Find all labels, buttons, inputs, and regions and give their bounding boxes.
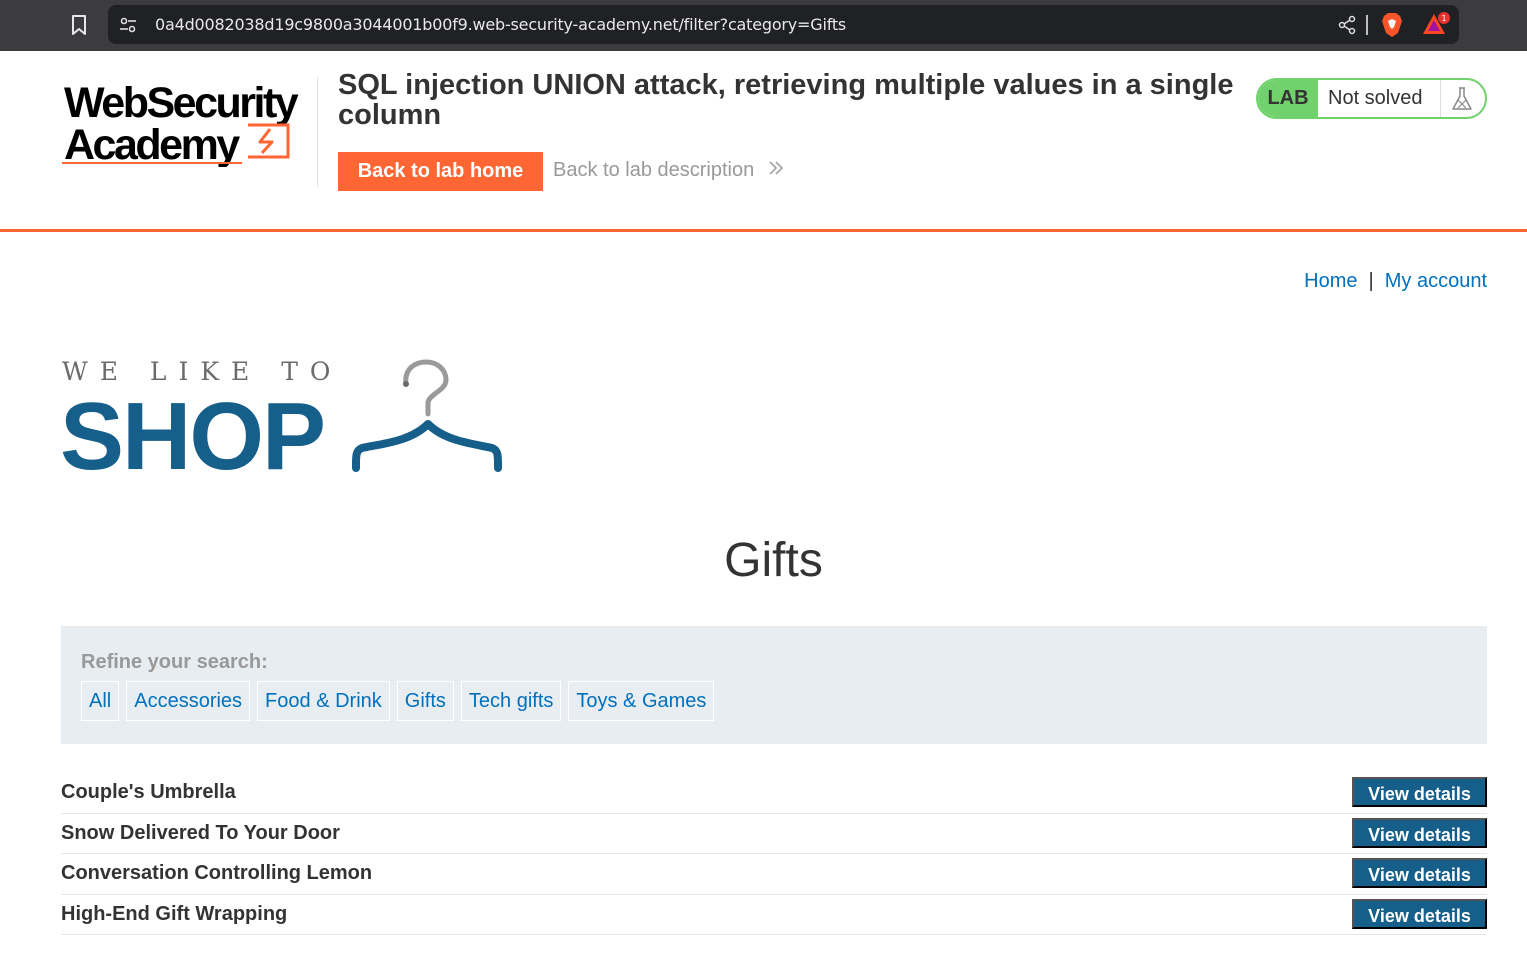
browser-toolbar: 0a4d0082038d19c9800a3044001b00f9.web-sec…	[0, 0, 1527, 51]
product-name: Couple's Umbrella	[61, 781, 236, 803]
filter-categories: All Accessories Food & Drink Gifts Tech …	[81, 681, 715, 721]
view-details-button[interactable]: View details	[1352, 858, 1487, 888]
brave-shields-icon[interactable]	[1381, 12, 1403, 38]
rewards-count: 1	[1441, 14, 1446, 23]
share-icon[interactable]	[1337, 15, 1357, 35]
bookmark-icon[interactable]	[68, 13, 90, 37]
web-security-academy-logo[interactable]: WebSecurity Academy	[62, 75, 318, 167]
nav-separator: |	[1368, 270, 1374, 292]
top-navigation: Home | My account	[1304, 270, 1487, 293]
lab-header: WebSecurity Academy SQL injection UNION …	[0, 51, 1527, 229]
filter-category-food-drink[interactable]: Food & Drink	[257, 681, 390, 721]
back-to-lab-home-button[interactable]: Back to lab home	[338, 152, 543, 191]
clothes-hanger-icon	[352, 359, 502, 472]
product-name: Conversation Controlling Lemon	[61, 862, 373, 884]
site-settings-icon[interactable]	[118, 15, 138, 35]
table-row: High-End Gift Wrapping View details	[61, 895, 1487, 935]
double-chevron-right-icon	[769, 161, 783, 175]
lab-status-widget: LAB Not solved	[1256, 78, 1487, 119]
we-like-to-shop-logo: WE LIKE TO SHOP	[60, 357, 502, 474]
url-text[interactable]: 0a4d0082038d19c9800a3044001b00f9.web-sec…	[155, 15, 846, 34]
svg-text:WE LIKE TO: WE LIKE TO	[62, 357, 342, 386]
product-name: Snow Delivered To Your Door	[61, 821, 340, 844]
filter-category-tech-gifts[interactable]: Tech gifts	[460, 681, 562, 721]
header-accent-line	[0, 229, 1527, 232]
product-table: Couple's Umbrella View details Snow Deli…	[61, 773, 1487, 935]
svg-text:SHOP: SHOP	[60, 383, 324, 474]
toolbar-divider	[1366, 15, 1368, 35]
filter-category-accessories[interactable]: Accessories	[126, 681, 251, 721]
lab-status-divider	[1440, 80, 1441, 117]
table-row: Snow Delivered To Your Door View details	[61, 814, 1487, 854]
view-details-button[interactable]: View details	[1352, 777, 1487, 807]
brave-rewards-icon[interactable]: 1	[1422, 10, 1452, 38]
back-to-lab-description-link[interactable]: Back to lab description	[553, 159, 784, 182]
filter-category-toys-games[interactable]: Toys & Games	[568, 681, 715, 721]
lab-title: SQL injection UNION attack, retrieving m…	[338, 69, 1234, 131]
filter-panel: Refine your search: All Accessories Food…	[61, 626, 1487, 744]
filter-category-gifts[interactable]: Gifts	[396, 681, 454, 721]
filter-category-all[interactable]: All	[81, 681, 120, 721]
page-heading: Gifts	[724, 534, 823, 587]
lab-status-text: Not solved	[1328, 87, 1423, 109]
product-name: High-End Gift Wrapping	[61, 902, 288, 925]
flask-icon	[1452, 87, 1472, 110]
svg-text:Academy: Academy	[64, 121, 240, 167]
filter-label: Refine your search:	[81, 651, 268, 673]
header-divider	[317, 77, 318, 187]
view-details-button[interactable]: View details	[1352, 817, 1487, 848]
back-to-lab-description-label: Back to lab description	[553, 159, 755, 181]
table-row: Couple's Umbrella View details	[61, 773, 1487, 814]
my-account-link[interactable]: My account	[1385, 270, 1487, 292]
svg-text:WebSecurity: WebSecurity	[64, 79, 299, 127]
address-bar[interactable]: 0a4d0082038d19c9800a3044001b00f9.web-sec…	[108, 5, 1459, 44]
table-row: Conversation Controlling Lemon View deta…	[61, 854, 1487, 895]
view-details-button[interactable]: View details	[1352, 898, 1487, 929]
home-link[interactable]: Home	[1304, 270, 1357, 292]
lab-badge: LAB	[1258, 80, 1318, 117]
